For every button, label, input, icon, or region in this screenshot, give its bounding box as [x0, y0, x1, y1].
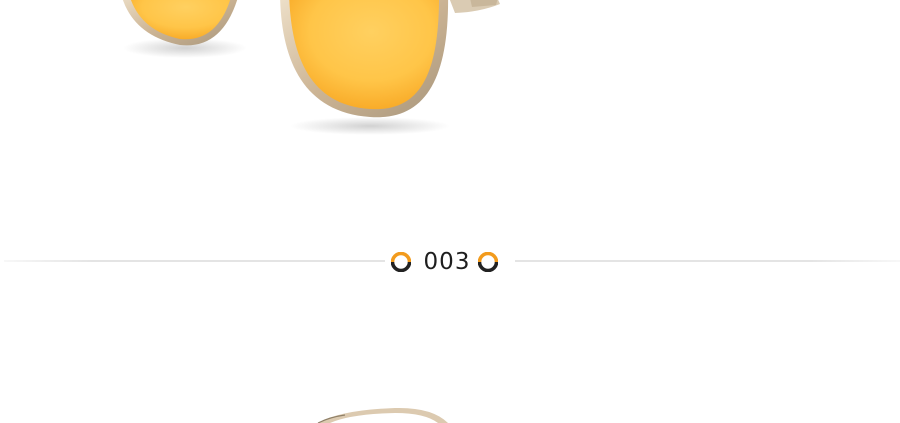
next-product-frame-top	[317, 407, 448, 423]
temple-hinge	[449, 0, 500, 13]
right-lens	[280, 0, 449, 118]
product-detail-page: 003	[0, 0, 900, 423]
section-number: 003	[423, 249, 471, 275]
half-ring-icon	[478, 252, 498, 272]
section-marker: 003	[385, 240, 515, 284]
half-ring-icon	[391, 252, 411, 272]
left-lens	[122, 0, 238, 46]
sunglasses-product-image	[122, 0, 500, 423]
lens-shadow-right	[290, 117, 450, 135]
